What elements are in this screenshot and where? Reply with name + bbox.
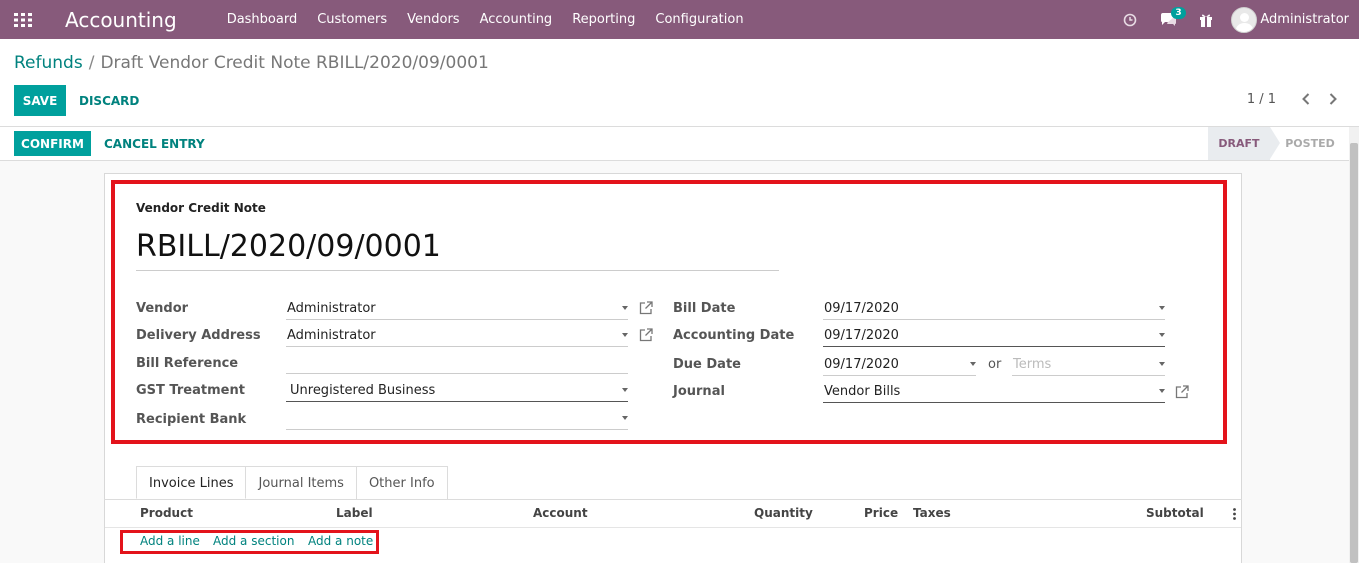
accounting-date-label: Accounting Date: [673, 328, 795, 343]
navbar-systray: 3 Administrator: [1111, 0, 1359, 39]
pager-previous-icon[interactable]: [1297, 89, 1315, 109]
breadcrumb-separator: /: [88, 53, 95, 73]
user-menu[interactable]: Administrator: [1225, 6, 1359, 33]
delivery-address-field[interactable]: Administrator: [286, 327, 628, 347]
gst-treatment-label: GST Treatment: [136, 383, 245, 398]
main-menu: Dashboard Customers Vendors Accounting R…: [217, 0, 754, 39]
column-product[interactable]: Product: [140, 506, 193, 520]
gift-icon[interactable]: [1187, 0, 1225, 39]
messages-badge: 3: [1171, 7, 1186, 19]
cancel-entry-button[interactable]: CANCEL ENTRY: [104, 137, 205, 151]
invoice-lines-header: Product Label Account Quantity Price Tax…: [105, 500, 1241, 528]
gst-treatment-select[interactable]: Unregistered Business: [286, 382, 628, 402]
recipient-bank-field[interactable]: [286, 410, 628, 430]
breadcrumb-current: Draft Vendor Credit Note RBILL/2020/09/0…: [100, 53, 489, 73]
chevron-down-icon[interactable]: [622, 333, 628, 337]
menu-reporting[interactable]: Reporting: [562, 0, 645, 39]
page-scrollbar[interactable]: [1349, 127, 1359, 563]
status-arrow: [1270, 127, 1280, 159]
avatar: [1231, 6, 1258, 33]
status-draft[interactable]: DRAFT: [1208, 127, 1270, 160]
vendor-label: Vendor: [136, 301, 189, 316]
notebook-tabs: Invoice Lines Journal Items Other Info: [136, 466, 448, 499]
discard-button[interactable]: DISCARD: [79, 94, 139, 108]
journal-external-link-icon[interactable]: [1175, 385, 1189, 399]
payment-terms-field[interactable]: Terms: [1012, 356, 1165, 376]
chevron-down-icon[interactable]: [970, 362, 976, 366]
app-title[interactable]: Accounting: [65, 8, 177, 32]
journal-value: Vendor Bills: [824, 384, 901, 399]
gst-treatment-value: Unregistered Business: [290, 383, 436, 398]
add-note-link[interactable]: Add a note: [308, 534, 373, 548]
menu-vendors[interactable]: Vendors: [397, 0, 469, 39]
bill-date-value: 09/17/2020: [824, 301, 899, 316]
column-subtotal[interactable]: Subtotal: [1146, 506, 1204, 520]
document-type-label: Vendor Credit Note: [136, 201, 266, 215]
delivery-address-value: Administrator: [287, 328, 376, 343]
tab-other-info[interactable]: Other Info: [355, 466, 448, 499]
pager-next-icon[interactable]: [1324, 89, 1342, 109]
column-options-icon[interactable]: [1233, 508, 1236, 520]
vendor-external-link-icon[interactable]: [639, 301, 653, 315]
activity-clock-icon[interactable]: [1111, 0, 1149, 39]
chevron-down-icon[interactable]: [1159, 306, 1165, 310]
recipient-bank-label: Recipient Bank: [136, 412, 247, 427]
column-label[interactable]: Label: [336, 506, 373, 520]
messages-icon[interactable]: 3: [1149, 0, 1187, 39]
due-date-field[interactable]: 09/17/2020: [823, 356, 976, 376]
bill-reference-label: Bill Reference: [136, 356, 239, 371]
menu-customers[interactable]: Customers: [307, 0, 397, 39]
tab-invoice-lines[interactable]: Invoice Lines: [136, 466, 247, 499]
column-taxes[interactable]: Taxes: [913, 506, 951, 520]
due-date-value: 09/17/2020: [824, 357, 899, 372]
due-date-label: Due Date: [673, 357, 741, 372]
column-price[interactable]: Price: [864, 506, 898, 520]
delivery-address-external-link-icon[interactable]: [639, 328, 653, 342]
document-number: RBILL/2020/09/0001: [136, 229, 779, 271]
payment-terms-placeholder: Terms: [1013, 357, 1052, 372]
chevron-down-icon[interactable]: [1159, 389, 1165, 393]
top-navbar: Accounting Dashboard Customers Vendors A…: [0, 0, 1359, 39]
form-statusbar: CONFIRM CANCEL ENTRY DRAFT POSTED: [0, 127, 1359, 161]
journal-field[interactable]: Vendor Bills: [823, 383, 1165, 403]
menu-configuration[interactable]: Configuration: [645, 0, 753, 39]
add-line-link[interactable]: Add a line: [140, 534, 200, 548]
bill-date-label: Bill Date: [673, 301, 736, 316]
menu-accounting[interactable]: Accounting: [470, 0, 563, 39]
column-account[interactable]: Account: [533, 506, 588, 520]
menu-dashboard[interactable]: Dashboard: [217, 0, 308, 39]
scrollbar-thumb[interactable]: [1350, 143, 1358, 563]
chevron-down-icon[interactable]: [1159, 333, 1165, 337]
breadcrumb: Refunds / Draft Vendor Credit Note RBILL/2…: [14, 53, 489, 73]
delivery-address-label: Delivery Address: [136, 328, 261, 343]
add-section-link[interactable]: Add a section: [213, 534, 294, 548]
tab-journal-items[interactable]: Journal Items: [245, 466, 357, 499]
pager-value[interactable]: 1 / 1: [1247, 92, 1276, 107]
chevron-down-icon[interactable]: [622, 306, 628, 310]
journal-label: Journal: [673, 384, 725, 399]
or-text: or: [988, 357, 1002, 372]
save-button[interactable]: SAVE: [14, 85, 66, 116]
chevron-down-icon[interactable]: [622, 388, 628, 392]
chevron-down-icon[interactable]: [622, 416, 628, 420]
bill-reference-field[interactable]: [286, 354, 628, 374]
vendor-value: Administrator: [287, 301, 376, 316]
breadcrumb-refunds-link[interactable]: Refunds: [14, 53, 83, 73]
confirm-button[interactable]: CONFIRM: [14, 131, 91, 156]
user-name: Administrator: [1260, 12, 1349, 27]
apps-menu-icon[interactable]: [0, 0, 46, 39]
bill-date-field[interactable]: 09/17/2020: [823, 300, 1165, 320]
accounting-date-field[interactable]: 09/17/2020: [823, 327, 1165, 347]
vendor-field[interactable]: Administrator: [286, 300, 628, 320]
control-panel: Refunds / Draft Vendor Credit Note RBILL/2…: [0, 39, 1359, 127]
column-quantity[interactable]: Quantity: [754, 506, 813, 520]
chevron-down-icon[interactable]: [1159, 362, 1165, 366]
accounting-date-value: 09/17/2020: [824, 328, 899, 343]
status-posted[interactable]: POSTED: [1280, 127, 1340, 160]
